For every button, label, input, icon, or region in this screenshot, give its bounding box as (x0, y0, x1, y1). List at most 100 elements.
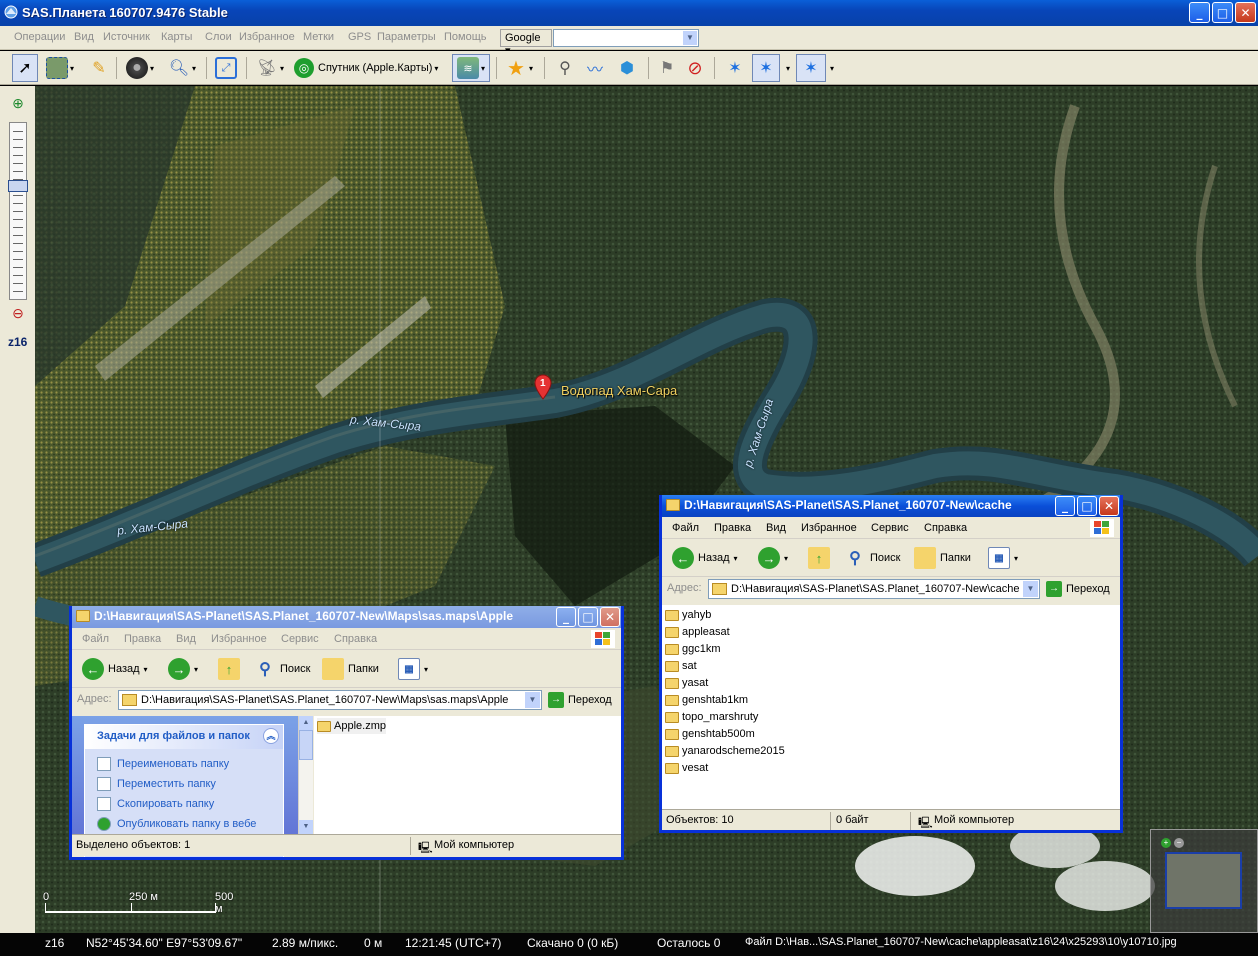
list-item[interactable]: topo_marshruty (665, 709, 758, 725)
zoom-slider-thumb[interactable] (8, 180, 28, 192)
menu-file[interactable]: Файл (672, 522, 699, 534)
close-button[interactable]: ✕ (600, 607, 620, 627)
add-polygon-button[interactable]: ⬢ (612, 54, 642, 82)
menu-view[interactable]: Вид (766, 522, 786, 534)
minimap-zoom-out-icon[interactable]: − (1174, 838, 1184, 848)
task-rename[interactable]: Переименовать папку (97, 757, 229, 771)
task-publish[interactable]: Опубликовать папку в вебе (97, 817, 256, 831)
menu-help[interactable]: Помощь (444, 31, 487, 43)
satellite-dish-button[interactable]: 📡︎ ▾ (252, 54, 288, 82)
select-area-button[interactable]: ▾ (42, 54, 78, 82)
file-list[interactable]: Apple.zmp (314, 716, 621, 834)
forward-button[interactable]: → ▾ (168, 658, 198, 680)
add-path-button[interactable]: 〰 (582, 54, 608, 82)
chevron-down-icon[interactable]: ▼ (525, 692, 540, 708)
close-button[interactable]: ✕ (1099, 496, 1119, 516)
task-pane-scrollbar[interactable]: ▲ ▼ (298, 716, 313, 834)
folders-button[interactable]: Папки (322, 658, 379, 680)
menu-gps[interactable]: GPS (348, 31, 371, 43)
ruler-button[interactable]: ✎ (86, 54, 112, 82)
chevron-down-icon[interactable]: ▼ (683, 31, 697, 45)
close-button[interactable]: ✕ (1235, 2, 1256, 23)
up-folder-button[interactable]: ↑ (218, 658, 240, 680)
address-input[interactable]: D:\Навигация\SAS-Planet\SAS.Planet_16070… (118, 690, 542, 710)
scroll-down-icon[interactable]: ▼ (299, 820, 313, 834)
menu-settings[interactable]: Параметры (377, 31, 436, 43)
chevron-up-icon[interactable]: ︽ (263, 728, 279, 744)
gps-follow-button[interactable]: ✶ (752, 54, 780, 82)
center-globe-button[interactable]: ● ▾ (122, 54, 158, 82)
explorer-window-cache[interactable]: D:\Навигация\SAS-Planet\SAS.Planet_16070… (659, 495, 1123, 833)
menu-source[interactable]: Источник (103, 31, 150, 43)
search-provider-select[interactable]: Google ▾ (500, 29, 552, 57)
menu-tools[interactable]: Сервис (871, 522, 909, 534)
list-item[interactable]: genshtab1km (665, 692, 748, 708)
zoom-in-icon[interactable]: ⊕ (9, 94, 27, 112)
explorer-window-apple[interactable]: D:\Навигация\SAS-Planet\SAS.Planet_16070… (69, 606, 624, 860)
zoom-slider[interactable] (9, 122, 27, 300)
favorites-button[interactable]: ★ ▾ (500, 54, 538, 82)
marks-panel-button[interactable]: ⚑ (654, 54, 680, 82)
explorer-titlebar[interactable]: D:\Навигация\SAS-Planet\SAS.Planet_16070… (72, 606, 621, 628)
menu-edit[interactable]: Правка (124, 633, 161, 645)
zoom-out-icon[interactable]: ⊖ (9, 304, 27, 322)
zoom-tool-button[interactable]: 🔍︎ ▾ (162, 54, 202, 82)
menu-view[interactable]: Вид (176, 633, 196, 645)
list-item[interactable]: yahyb (665, 607, 711, 623)
explorer-titlebar[interactable]: D:\Навигация\SAS-Planet\SAS.Planet_16070… (662, 495, 1120, 517)
chevron-down-icon[interactable]: ▼ (1023, 581, 1038, 597)
poi-label[interactable]: Водопад Хам-Сара (561, 383, 677, 398)
gps-center-button[interactable]: ✶ (796, 54, 826, 82)
menu-marks[interactable]: Метки (303, 31, 334, 43)
minimap-viewport[interactable] (1165, 852, 1242, 909)
folders-button[interactable]: Папки (914, 547, 971, 569)
gps-connect-button[interactable]: ✶ (722, 54, 748, 82)
list-item[interactable]: Apple.zmp (317, 718, 386, 734)
maximize-button[interactable]: □ (1212, 2, 1233, 23)
menu-file[interactable]: Файл (82, 633, 109, 645)
task-header[interactable]: Задачи для файлов и папок ︽ (85, 725, 283, 749)
scroll-up-icon[interactable]: ▲ (299, 716, 313, 730)
list-item[interactable]: sat (665, 658, 697, 674)
menu-favorites[interactable]: Избранное (211, 633, 267, 645)
forward-button[interactable]: → ▾ (758, 547, 788, 569)
minimap-zoom-in-icon[interactable]: + (1161, 838, 1171, 848)
menu-favorites[interactable]: Избранное (801, 522, 857, 534)
list-item[interactable]: ggc1km (665, 641, 721, 657)
list-item[interactable]: appleasat (665, 624, 730, 640)
menu-view[interactable]: Вид (74, 31, 94, 43)
menu-maps[interactable]: Карты (161, 31, 192, 43)
search-button[interactable]: ⚲ Поиск (254, 658, 310, 680)
menu-help[interactable]: Справка (924, 522, 967, 534)
gps-center-dropdown[interactable]: ▾ (826, 54, 836, 82)
minimize-button[interactable]: _ (556, 607, 576, 627)
menu-favorites[interactable]: Избранное (239, 31, 295, 43)
list-item[interactable]: yasat (665, 675, 708, 691)
go-button[interactable]: → Переход (1046, 581, 1110, 597)
menu-edit[interactable]: Правка (714, 522, 751, 534)
menu-layers[interactable]: Слои (205, 31, 232, 43)
fullscreen-button[interactable]: ⤢ (212, 54, 240, 82)
address-input[interactable]: D:\Навигация\SAS-Planet\SAS.Planet_16070… (708, 579, 1040, 599)
menu-help[interactable]: Справка (334, 633, 377, 645)
task-move[interactable]: Переместить папку (97, 777, 216, 791)
task-copy[interactable]: Скопировать папку (97, 797, 214, 811)
layers-button[interactable]: ≋ ▾ (452, 54, 490, 82)
file-list[interactable]: yahyb appleasat ggc1km sat yasat genshta… (662, 605, 1120, 809)
gps-options-dropdown[interactable]: ▾ (782, 54, 792, 82)
map-source-select[interactable]: Спутник (Apple.Карты) ▾ (318, 54, 448, 82)
list-item[interactable]: yanarodscheme2015 (665, 743, 785, 759)
search-button[interactable]: ⚲ Поиск (844, 547, 900, 569)
add-point-button[interactable]: ⚲ (552, 54, 578, 82)
back-button[interactable]: ← Назад ▾ (82, 658, 148, 680)
maximize-button[interactable]: □ (1077, 496, 1097, 516)
menu-tools[interactable]: Сервис (281, 633, 319, 645)
views-button[interactable]: ▦ ▾ (988, 547, 1018, 569)
up-folder-button[interactable]: ↑ (808, 547, 830, 569)
map-source-icon-button[interactable]: ◎ (292, 54, 316, 82)
minimize-button[interactable]: _ (1055, 496, 1075, 516)
search-input[interactable]: ▼ (553, 29, 699, 47)
maximize-button[interactable]: □ (578, 607, 598, 627)
minimize-button[interactable]: _ (1189, 2, 1210, 23)
scroll-thumb[interactable] (299, 730, 313, 760)
